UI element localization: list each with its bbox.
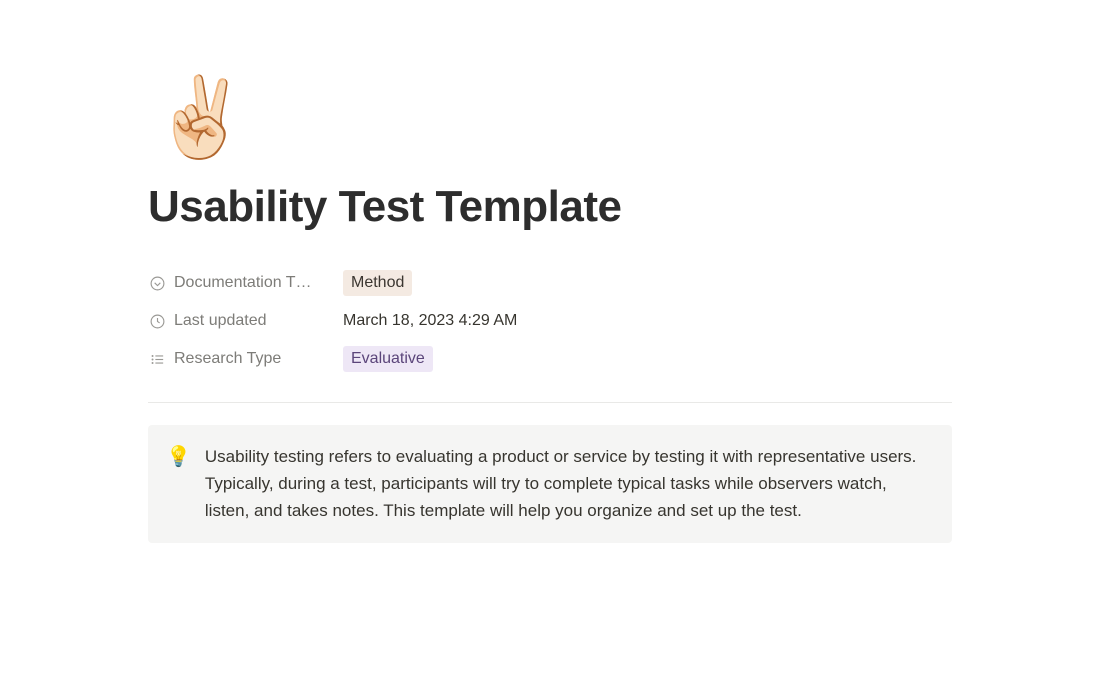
tag-method: Method xyxy=(343,270,412,296)
property-label[interactable]: Last updated xyxy=(148,304,343,338)
list-icon xyxy=(148,350,166,368)
tag-evaluative: Evaluative xyxy=(343,346,433,372)
property-row: Documentation T… Method xyxy=(148,262,952,304)
property-label[interactable]: Research Type xyxy=(148,338,343,380)
lightbulb-icon: 💡 xyxy=(166,443,191,525)
property-label-text: Documentation T… xyxy=(174,274,312,292)
select-down-icon xyxy=(148,274,166,292)
property-label[interactable]: Documentation T… xyxy=(148,262,343,304)
property-label-text: Last updated xyxy=(174,312,267,330)
last-updated-value: March 18, 2023 4:29 AM xyxy=(343,312,517,329)
page-title[interactable]: Usability Test Template xyxy=(148,182,952,232)
property-value[interactable]: Method xyxy=(343,262,952,304)
clock-icon xyxy=(148,312,166,330)
property-label-text: Research Type xyxy=(174,350,281,368)
properties-table: Documentation T… Method Last updated xyxy=(148,262,952,380)
callout[interactable]: 💡 Usability testing refers to evaluating… xyxy=(148,425,952,543)
page-icon[interactable]: ✌🏻 xyxy=(152,78,952,156)
divider xyxy=(148,402,952,403)
property-value[interactable]: March 18, 2023 4:29 AM xyxy=(343,304,952,338)
property-row: Last updated March 18, 2023 4:29 AM xyxy=(148,304,952,338)
property-value[interactable]: Evaluative xyxy=(343,338,952,380)
callout-text: Usability testing refers to evaluating a… xyxy=(205,443,932,525)
property-row: Research Type Evaluative xyxy=(148,338,952,380)
